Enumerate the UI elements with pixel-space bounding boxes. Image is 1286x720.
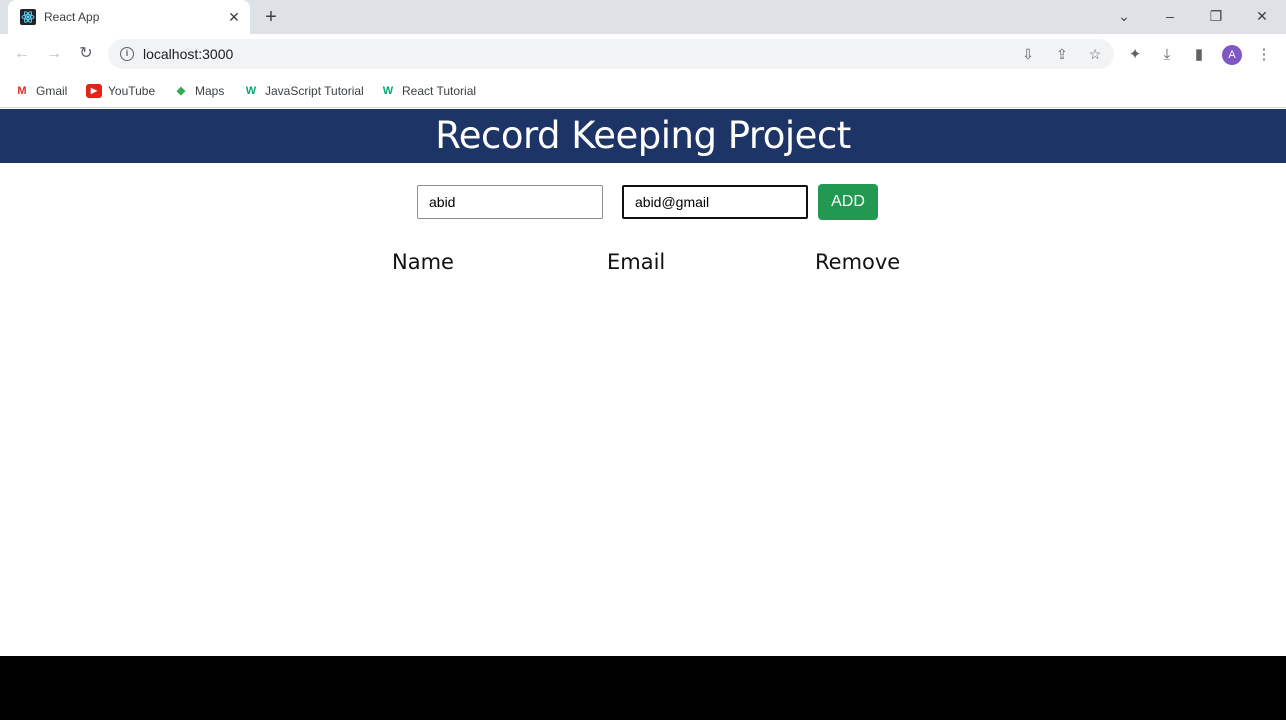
back-icon[interactable]: ← [12, 44, 32, 64]
tab-strip: React App ✕ + ⌄ – ❐ ✕ [0, 0, 1286, 34]
install-app-icon[interactable]: ⇩ [1020, 46, 1036, 62]
browser-window: React App ✕ + ⌄ – ❐ ✕ ← → ↻ i localhost:… [0, 0, 1286, 656]
react-icon [20, 9, 36, 25]
tab-title: React App [44, 10, 100, 24]
bookmark-maps[interactable]: ◆ Maps [173, 83, 225, 99]
app-header: Record Keeping Project [0, 109, 1286, 163]
column-header-name: Name [392, 250, 454, 274]
maps-icon: ◆ [176, 84, 186, 97]
url-text: localhost:3000 [143, 46, 234, 62]
forward-icon[interactable]: → [44, 44, 64, 64]
bookmark-gmail[interactable]: M Gmail [14, 83, 67, 99]
profile-avatar[interactable]: A [1222, 45, 1242, 65]
close-window-icon[interactable]: ✕ [1250, 6, 1274, 26]
w3schools-icon: W [245, 84, 257, 97]
column-header-remove: Remove [815, 250, 901, 274]
name-input[interactable] [417, 185, 603, 219]
bookmark-youtube[interactable]: ▶ YouTube [86, 83, 155, 99]
column-header-email: Email [607, 250, 666, 274]
bookmark-javascript-tutorial[interactable]: W JavaScript Tutorial [243, 83, 364, 99]
bookmark-react-tutorial[interactable]: W React Tutorial [380, 83, 476, 99]
email-input[interactable] [622, 185, 808, 219]
bookmarks-bar: M Gmail ▶ YouTube ◆ Maps W JavaScript Tutori… [0, 74, 1286, 108]
menu-kebab-icon[interactable]: ⋮ [1255, 46, 1273, 64]
add-button[interactable]: ADD [818, 184, 878, 220]
share-icon[interactable]: ⇪ [1054, 46, 1070, 62]
tab-react-app[interactable]: React App ✕ [8, 0, 250, 34]
bookmark-star-icon[interactable]: ☆ [1087, 46, 1103, 62]
extensions-icon[interactable]: ✦ [1126, 46, 1144, 64]
w3schools-icon: W [382, 84, 394, 97]
side-panel-icon[interactable]: ▮ [1190, 46, 1208, 64]
tab-search-icon[interactable]: ⌄ [1112, 6, 1136, 26]
site-info-icon[interactable]: i [120, 47, 134, 61]
page-title: Record Keeping Project [435, 114, 851, 157]
close-tab-icon[interactable]: ✕ [226, 9, 242, 25]
minimize-icon[interactable]: – [1158, 6, 1182, 26]
new-tab-icon[interactable]: + [261, 7, 281, 27]
reload-icon[interactable]: ↻ [76, 44, 96, 64]
address-bar[interactable]: i localhost:3000 ⇩ ⇪ ☆ [108, 39, 1114, 69]
gmail-icon: M [17, 84, 27, 97]
page-content: Record Keeping Project ADD Name Email Re… [0, 109, 1286, 656]
restore-icon[interactable]: ❐ [1204, 6, 1228, 26]
downloads-icon[interactable]: ⤓ [1158, 46, 1176, 64]
youtube-icon: ▶ [86, 83, 102, 98]
browser-toolbar: ← → ↻ i localhost:3000 ⇩ ⇪ ☆ ✦ ⤓ ▮ A ⋮ [0, 34, 1286, 74]
